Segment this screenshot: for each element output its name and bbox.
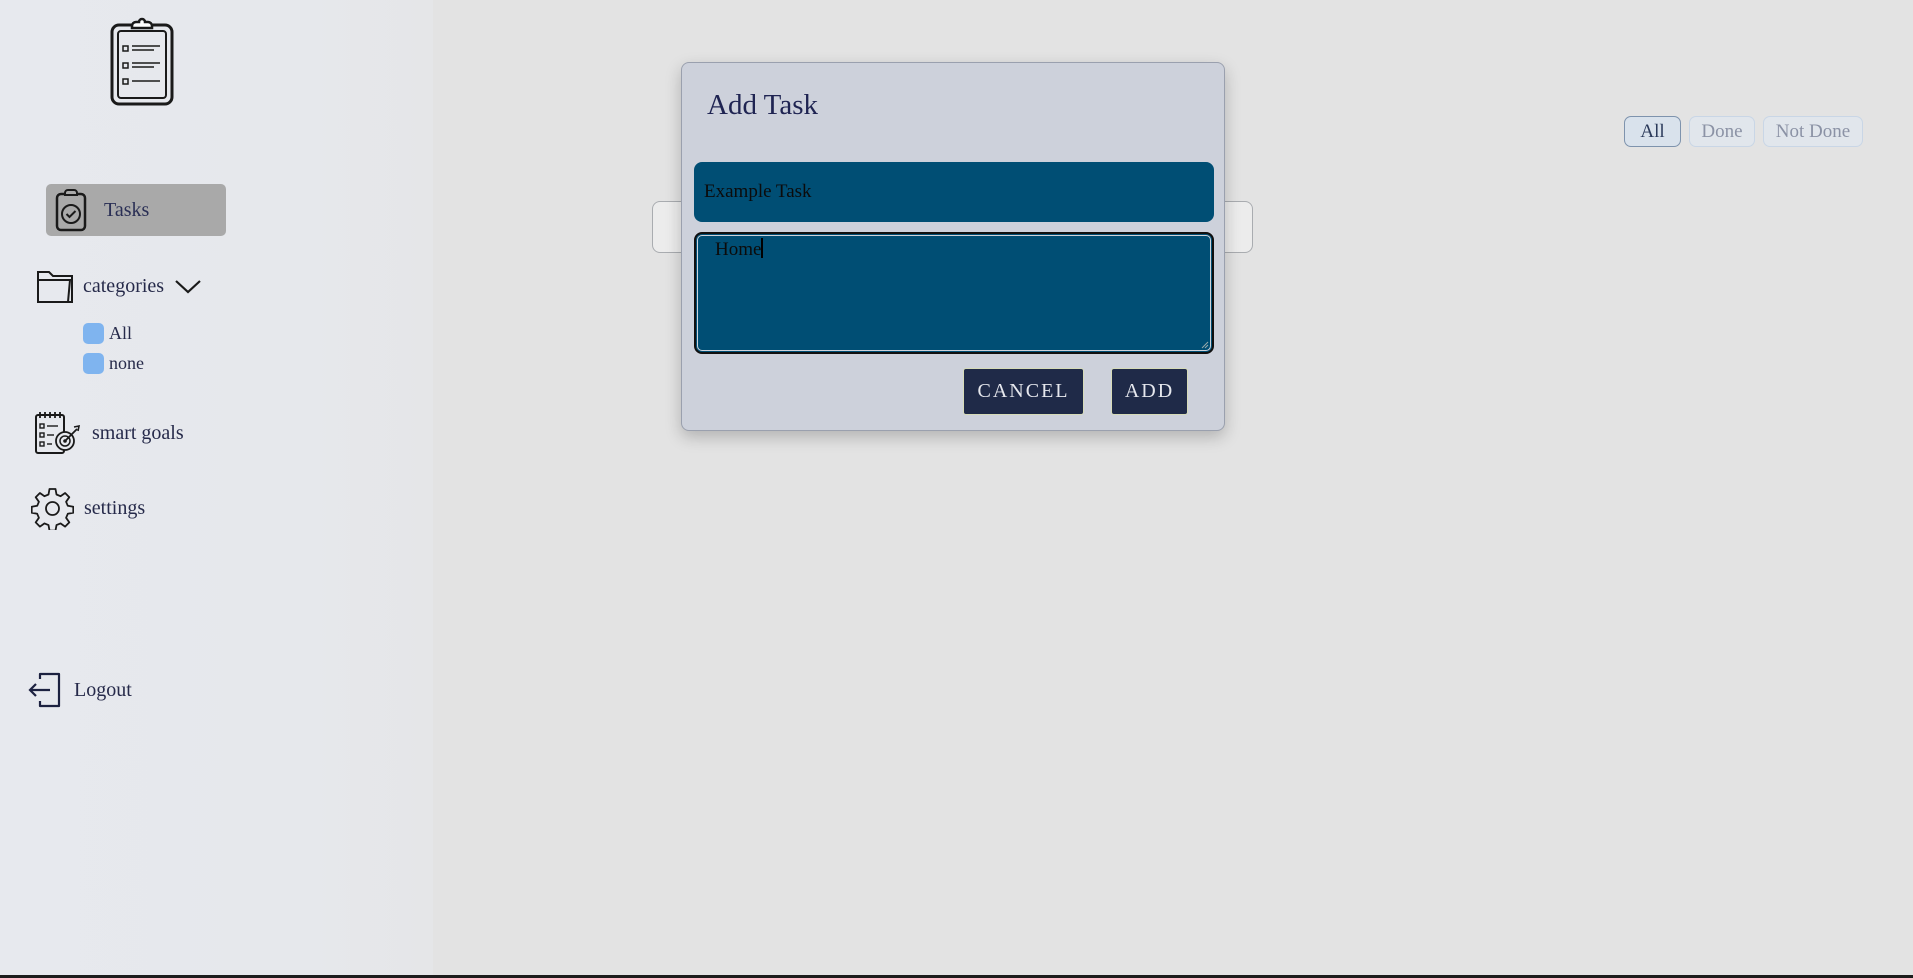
sidebar-item-smart-goals[interactable]: smart goals	[34, 410, 184, 456]
task-category-textarea[interactable]: Home	[694, 232, 1214, 354]
task-category-value: Home	[715, 239, 762, 260]
logout-button[interactable]: Logout	[28, 671, 132, 709]
logout-icon	[28, 672, 61, 708]
task-name-input[interactable]: Example Task	[694, 162, 1214, 222]
checklist-target-icon	[35, 412, 80, 454]
sidebar-item-categories-label: categories	[83, 274, 165, 297]
chevron-down-icon[interactable]	[174, 278, 202, 294]
category-color-dot	[83, 353, 104, 374]
category-label: none	[109, 353, 144, 373]
sidebar-item-tasks-label: Tasks	[104, 198, 150, 221]
resize-grip-icon[interactable]	[1201, 341, 1209, 349]
sidebar: Tasks categories All none smart goals se…	[0, 0, 433, 975]
logout-label: Logout	[74, 678, 132, 701]
sidebar-item-tasks[interactable]: Tasks	[46, 184, 226, 236]
category-label: All	[109, 323, 133, 343]
category-item-none[interactable]: none	[83, 353, 144, 374]
task-name-value: Example Task	[704, 181, 812, 202]
filter-all-button[interactable]: All	[1624, 116, 1681, 147]
text-caret	[761, 238, 763, 258]
folder-icon	[37, 271, 73, 303]
filter-done-button[interactable]: Done	[1689, 116, 1755, 147]
add-task-dialog: Add Task Example Task Home CANCEL ADD	[681, 62, 1225, 431]
sidebar-item-categories[interactable]: categories	[36, 268, 202, 304]
filter-not-done-button[interactable]: Not Done	[1763, 116, 1863, 147]
status-filter-group: All Done Not Done	[1624, 116, 1863, 147]
add-button[interactable]: ADD	[1111, 368, 1188, 415]
category-item-all[interactable]: All	[83, 323, 132, 344]
clipboard-check-icon	[55, 189, 87, 232]
cancel-button[interactable]: CANCEL	[963, 368, 1084, 415]
sidebar-item-settings[interactable]: settings	[31, 487, 145, 530]
category-color-dot	[83, 323, 104, 344]
clipboard-list-icon	[110, 17, 174, 106]
gear-icon	[31, 488, 74, 530]
dialog-title: Add Task	[707, 89, 819, 121]
sidebar-item-smart-goals-label: smart goals	[92, 421, 184, 444]
sidebar-item-settings-label: settings	[84, 497, 146, 519]
